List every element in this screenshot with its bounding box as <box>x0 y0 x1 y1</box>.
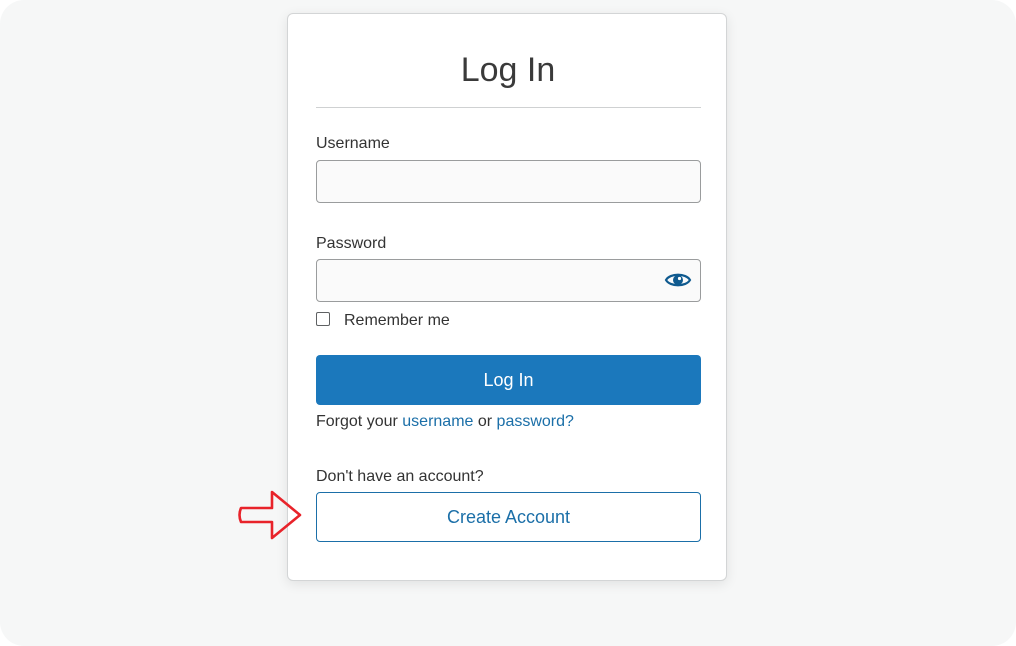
login-card: Log In Username Password Remember me Log… <box>287 13 727 581</box>
signup-prompt: Don't have an account? <box>316 468 484 485</box>
forgot-username-link[interactable]: username <box>402 413 473 430</box>
login-button[interactable]: Log In <box>316 355 701 405</box>
username-input[interactable] <box>316 160 701 203</box>
forgot-password-link[interactable]: password? <box>497 413 574 430</box>
forgot-connector: or <box>473 413 497 430</box>
remember-me-checkbox[interactable] <box>316 312 330 326</box>
page-title: Log In <box>460 51 556 89</box>
forgot-prefix: Forgot your <box>316 413 403 430</box>
password-label: Password <box>316 235 387 252</box>
eye-icon[interactable] <box>664 268 692 292</box>
create-account-button[interactable]: Create Account <box>316 492 701 542</box>
title-divider <box>316 107 701 108</box>
forgot-credentials-text: Forgot your username or password? <box>316 412 574 432</box>
username-label: Username <box>316 135 390 152</box>
arrow-right-icon <box>238 490 302 540</box>
password-input[interactable] <box>316 259 701 302</box>
remember-me-label[interactable]: Remember me <box>344 311 450 331</box>
